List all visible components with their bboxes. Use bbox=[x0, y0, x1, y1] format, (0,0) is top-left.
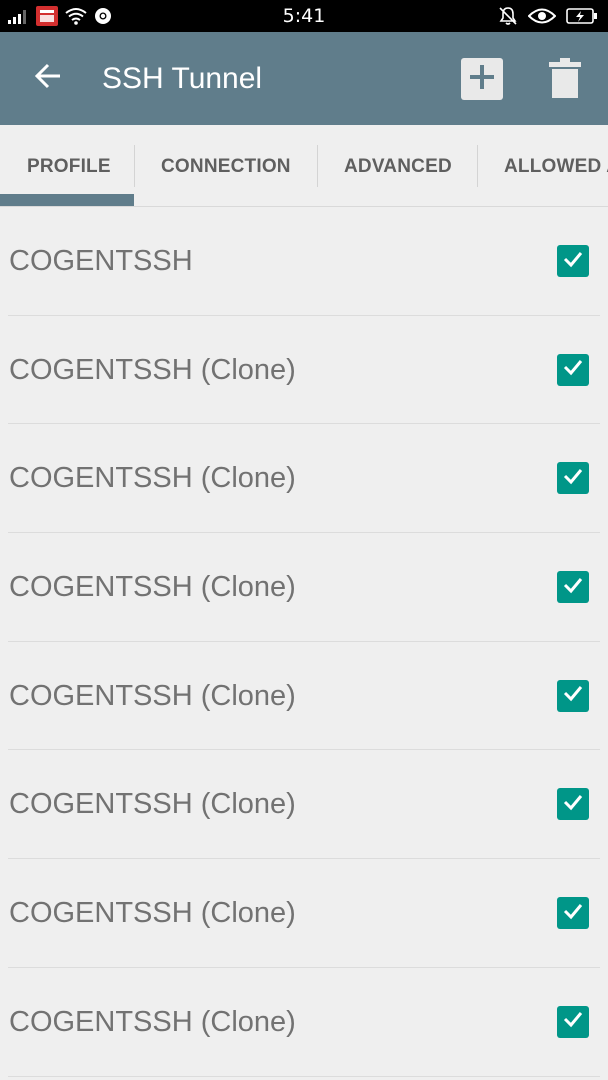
row-divider bbox=[8, 1075, 600, 1077]
check-icon bbox=[562, 900, 584, 927]
check-icon bbox=[562, 356, 584, 383]
profile-checkbox[interactable] bbox=[557, 1005, 589, 1038]
profile-checkbox[interactable] bbox=[557, 679, 589, 712]
profile-name: COGENTSSH bbox=[9, 244, 193, 277]
status-right-icons bbox=[498, 0, 598, 32]
check-icon bbox=[562, 465, 584, 492]
check-icon bbox=[562, 248, 584, 275]
eye-icon bbox=[528, 7, 556, 25]
tab-divider bbox=[477, 145, 478, 187]
profile-item[interactable]: COGENTSSH (Clone) bbox=[0, 642, 608, 751]
profile-checkbox[interactable] bbox=[557, 788, 589, 821]
tab-divider bbox=[134, 145, 135, 187]
app-bar: SSH Tunnel bbox=[0, 32, 608, 125]
tab-connection[interactable]: CONNECTION bbox=[161, 125, 291, 206]
profile-checkbox[interactable] bbox=[557, 353, 589, 386]
back-button[interactable] bbox=[28, 58, 68, 98]
profile-item[interactable]: COGENTSSH (Clone) bbox=[0, 533, 608, 642]
trash-icon bbox=[548, 57, 582, 104]
profile-checkbox[interactable] bbox=[557, 571, 589, 604]
profile-name: COGENTSSH (Clone) bbox=[9, 788, 296, 821]
selected-tab-indicator bbox=[0, 194, 134, 206]
profile-item[interactable]: COGENTSSH bbox=[0, 207, 608, 316]
add-profile-button[interactable] bbox=[461, 58, 503, 100]
profile-name: COGENTSSH (Clone) bbox=[9, 462, 296, 495]
profile-checkbox[interactable] bbox=[557, 462, 589, 495]
check-icon bbox=[562, 791, 584, 818]
profile-list: COGENTSSH COGENTSSH (Clone) COGENTSSH (C… bbox=[0, 207, 608, 1077]
app-title: SSH Tunnel bbox=[102, 62, 263, 95]
profile-checkbox[interactable] bbox=[557, 897, 589, 930]
tab-divider bbox=[317, 145, 318, 187]
battery-charging-icon bbox=[566, 7, 598, 25]
check-icon bbox=[562, 574, 584, 601]
plus-icon bbox=[468, 63, 496, 96]
check-icon bbox=[562, 1008, 584, 1035]
profile-item[interactable]: COGENTSSH (Clone) bbox=[0, 316, 608, 425]
profile-item[interactable]: COGENTSSH (Clone) bbox=[0, 424, 608, 534]
profile-item[interactable]: COGENTSSH (Clone) bbox=[0, 750, 608, 860]
profile-name: COGENTSSH (Clone) bbox=[9, 679, 296, 712]
profile-name: COGENTSSH (Clone) bbox=[9, 570, 296, 603]
profile-item[interactable]: COGENTSSH (Clone) bbox=[0, 859, 608, 968]
tab-advanced[interactable]: ADVANCED bbox=[344, 125, 452, 206]
profile-name: COGENTSSH (Clone) bbox=[9, 1005, 296, 1038]
profile-name: COGENTSSH (Clone) bbox=[9, 353, 296, 386]
check-icon bbox=[562, 682, 584, 709]
arrow-back-icon bbox=[33, 61, 63, 96]
tab-allowed-apps[interactable]: ALLOWED A bbox=[504, 125, 608, 206]
bell-muted-icon bbox=[498, 6, 518, 26]
profile-name: COGENTSSH (Clone) bbox=[9, 896, 296, 929]
status-bar: 5:41 bbox=[0, 0, 608, 32]
delete-profile-button[interactable] bbox=[546, 57, 584, 103]
profile-item[interactable]: COGENTSSH (Clone) bbox=[0, 968, 608, 1077]
profile-checkbox[interactable] bbox=[557, 245, 589, 277]
tab-bar: PROFILE CONNECTION ADVANCED ALLOWED A bbox=[0, 125, 608, 207]
